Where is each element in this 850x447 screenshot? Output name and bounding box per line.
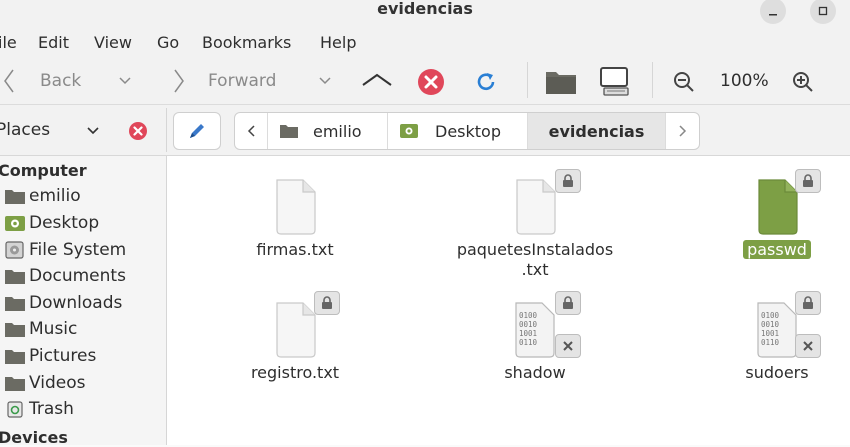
edit-location-button[interactable] [173,112,221,150]
zoom-level: 100% [720,71,769,91]
binary-file-icon: 0100 0010 1001 0110 [515,302,555,358]
chevron-right-icon [678,125,686,137]
sidebar-item-documents[interactable]: Documents [4,265,126,287]
sidebar-item-music[interactable]: Music [4,318,77,340]
trash-icon [7,401,23,418]
unreadable-badge-icon [555,334,581,358]
file-name: shadow [504,363,566,382]
forward-arrow-icon [174,69,184,93]
lock-badge-icon [314,291,340,315]
file-name: passwd [743,240,811,259]
svg-text:1001: 1001 [519,329,537,338]
file-item[interactable]: registro.txt [215,301,375,383]
window-title: evidencias [377,0,473,18]
breadcrumb-desktop[interactable]: Desktop [399,113,501,149]
forward-button[interactable]: Forward [168,66,338,96]
sidebar-divider [166,108,167,152]
computer-icon[interactable] [598,66,632,98]
desktop-folder-icon [400,124,418,138]
folder-icon [280,125,298,138]
drive-icon [5,241,24,259]
desktop-folder-icon [5,216,25,231]
menu-help[interactable]: Help [320,33,356,52]
lock-badge-icon [555,169,581,193]
breadcrumb-emilio[interactable]: emilio [279,113,362,149]
text-file-icon [516,179,556,235]
music-folder-icon [5,323,25,337]
svg-text:0100: 0100 [519,311,538,320]
back-arrow-icon [4,69,14,93]
sidebar-item-trash[interactable]: Trash [4,398,74,420]
file-item-selected[interactable]: passwd [697,178,850,260]
unreadable-badge-icon [795,334,821,358]
stop-icon[interactable] [417,68,445,96]
file-item[interactable]: 0100 0010 1001 0110 sudoers [697,301,850,383]
sidebar-item-downloads[interactable]: Downloads [4,292,122,314]
sidebar-item-desktop[interactable]: Desktop [4,212,99,234]
file-name: registro.txt [250,363,340,382]
forward-label: Forward [208,71,277,91]
lock-badge-icon [795,291,821,315]
lock-badge-icon [555,291,581,315]
sidebar-item-videos[interactable]: Videos [4,372,86,394]
sidebar-item-pictures[interactable]: Pictures [4,345,96,367]
sidebar-item-file-system[interactable]: File System [4,239,126,261]
sidebar-item-emilio[interactable]: emilio [4,185,81,207]
file-name: sudoers [745,363,809,382]
menu-go[interactable]: Go [157,33,179,52]
places-dropdown-chevron-icon[interactable] [86,126,100,136]
home-folder-icon[interactable] [544,66,578,96]
file-name: paquetesInstalados [456,240,614,259]
file-name-ext: .txt [521,260,549,279]
back-label: Back [40,71,82,91]
reload-icon[interactable] [474,70,498,94]
home-folder-icon [5,190,25,204]
toolbar-separator [527,62,528,98]
svg-text:0110: 0110 [519,338,538,347]
svg-text:0100: 0100 [761,311,780,320]
svg-text:0010: 0010 [761,320,780,329]
up-chevron-icon[interactable] [360,70,394,90]
text-file-icon [276,179,316,235]
forward-history-chevron-icon [319,77,331,85]
svg-text:1001: 1001 [761,329,779,338]
minimize-icon [769,14,777,16]
maximize-icon [818,6,828,16]
breadcrumb-back-button[interactable] [235,113,267,149]
downloads-folder-icon [5,297,25,311]
file-item[interactable]: paquetesInstalados .txt [455,178,615,280]
places-label[interactable]: Places [0,120,50,140]
file-item[interactable]: 0100 0010 1001 0110 shadow [455,301,615,383]
text-file-icon [758,179,798,235]
toolbar-separator [652,62,653,98]
zoom-out-icon[interactable] [673,71,695,93]
documents-folder-icon [5,270,25,284]
zoom-in-icon[interactable] [792,71,814,93]
sidebar-heading-computer: Computer [0,161,87,180]
menu-file[interactable]: ile [0,33,17,52]
back-history-chevron-icon [119,77,131,85]
breadcrumb-evidencias[interactable]: evidencias [528,113,665,149]
videos-folder-icon [5,377,25,391]
close-sidebar-icon[interactable] [128,121,148,141]
chevron-left-icon [247,125,255,137]
sidebar-heading-devices: Devices [0,428,68,447]
menu-view[interactable]: View [94,33,132,52]
pencil-icon [190,124,204,138]
menu-edit[interactable]: Edit [38,33,69,52]
svg-text:0010: 0010 [519,320,538,329]
breadcrumb: emilio Desktop evidencias [234,112,700,150]
svg-text:0110: 0110 [761,338,780,347]
back-button[interactable]: Back [0,66,150,96]
file-item[interactable]: firmas.txt [215,178,375,260]
breadcrumb-forward-button[interactable] [666,113,699,149]
file-name: firmas.txt [256,240,334,259]
pictures-folder-icon [5,350,25,364]
menu-bookmarks[interactable]: Bookmarks [202,33,291,52]
lock-badge-icon [795,169,821,193]
text-file-icon [276,302,316,358]
